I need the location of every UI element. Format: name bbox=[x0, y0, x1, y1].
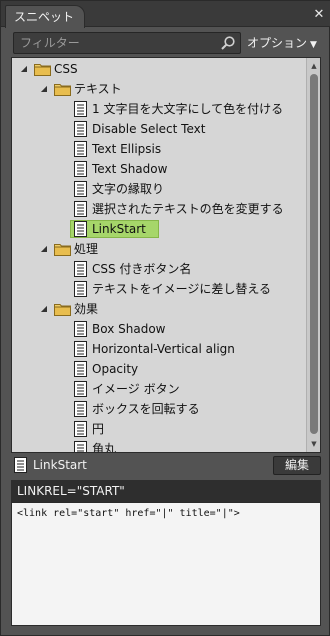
snippets-panel: スニペット ✕ オプション▼ 角丸円ボックスを回転するイメージ ボタンOpaci… bbox=[0, 0, 330, 636]
tree-snippet-item[interactable]: Disable Select Text bbox=[12, 119, 306, 139]
tree-snippet-item[interactable]: Box Shadow bbox=[12, 319, 306, 339]
folder-icon bbox=[54, 82, 71, 96]
snippet-doc-icon bbox=[74, 141, 87, 157]
tree-folder-label: 効果 bbox=[74, 302, 99, 316]
snippet-doc-icon bbox=[74, 321, 87, 337]
tree-snippet-label: 円 bbox=[92, 422, 105, 436]
snippet-detail-header: LinkStart 編集 bbox=[11, 454, 321, 478]
filter-input[interactable] bbox=[14, 33, 219, 53]
snippet-tree: 角丸 円 ボックスを回転する イメージ ボタン Opacity Horizontal-Ve… bbox=[11, 57, 321, 453]
folder-icon bbox=[54, 302, 71, 316]
tree-snippet-item[interactable]: Opacity bbox=[12, 359, 306, 379]
tree-folder-label: テキスト bbox=[74, 82, 122, 96]
snippet-doc-icon bbox=[74, 261, 87, 277]
tree-folder[interactable]: ◢ 効果 bbox=[12, 299, 306, 319]
snippet-doc-icon bbox=[74, 181, 87, 197]
tree-snippet-label: 選択されたテキストの色を変更する bbox=[92, 202, 284, 216]
tree-snippet-item[interactable]: 角丸 bbox=[12, 439, 306, 453]
expand-triangle-icon[interactable]: ◢ bbox=[18, 59, 30, 79]
tree-snippet-item[interactable]: LinkStart bbox=[12, 219, 306, 239]
caret-down-icon: ▼ bbox=[310, 40, 317, 50]
expand-triangle-icon[interactable]: ◢ bbox=[38, 299, 50, 319]
tree-snippet-item[interactable]: 選択されたテキストの色を変更する bbox=[12, 199, 306, 219]
tree-snippet-label: テキストをイメージに差し替える bbox=[92, 282, 272, 296]
tree-folder[interactable]: ◢ テキスト bbox=[12, 79, 306, 99]
snippet-doc-icon bbox=[74, 121, 87, 137]
tree-snippet-item[interactable]: イメージ ボタン bbox=[12, 379, 306, 399]
tree-snippet-item[interactable]: CSS 付きボタン名 bbox=[12, 259, 306, 279]
tree-snippet-item[interactable]: Text Ellipsis bbox=[12, 139, 306, 159]
snippet-doc-icon bbox=[74, 401, 87, 417]
tree-snippet-item[interactable]: Horizontal-Vertical align bbox=[12, 339, 306, 359]
tree-snippet-label: LinkStart bbox=[92, 222, 146, 236]
snippet-doc-icon bbox=[74, 381, 87, 397]
tree-folder-label: CSS bbox=[54, 62, 78, 76]
snippet-doc-icon bbox=[14, 457, 27, 473]
scroll-up-icon[interactable]: ▲ bbox=[308, 60, 320, 72]
tree-folder[interactable]: ◢ 処理 bbox=[12, 239, 306, 259]
edit-button[interactable]: 編集 bbox=[273, 456, 321, 475]
tree-folder[interactable]: ◢ CSS bbox=[12, 59, 306, 79]
folder-icon bbox=[34, 62, 51, 76]
scroll-down-icon[interactable]: ▼ bbox=[308, 438, 320, 450]
snippet-doc-icon bbox=[74, 281, 87, 297]
snippet-doc-icon bbox=[74, 161, 87, 177]
tab-snippets[interactable]: スニペット bbox=[5, 5, 86, 28]
tree-snippet-label: Text Shadow bbox=[92, 162, 168, 176]
tree-snippet-item[interactable]: テキストをイメージに差し替える bbox=[12, 279, 306, 299]
options-menu-button[interactable]: オプション ▼ bbox=[247, 34, 317, 54]
filter-field[interactable] bbox=[13, 32, 241, 54]
search-icon[interactable] bbox=[220, 35, 236, 51]
snippet-detail-title: LinkStart bbox=[33, 458, 87, 472]
tree-snippet-label: Opacity bbox=[92, 362, 139, 376]
tree-folder-label: 処理 bbox=[74, 242, 99, 256]
tree-snippet-label: ボックスを回転する bbox=[92, 402, 200, 416]
snippet-doc-icon bbox=[74, 201, 87, 217]
tree-snippet-item[interactable]: Text Shadow bbox=[12, 159, 306, 179]
tree-snippet-label: Text Ellipsis bbox=[92, 142, 162, 156]
tree-snippet-item[interactable]: ボックスを回転する bbox=[12, 399, 306, 419]
snippet-doc-icon bbox=[74, 221, 87, 237]
tree-snippet-label: 1 文字目を大文字にして色を付ける bbox=[92, 102, 284, 116]
tree-scrollbar[interactable]: ▲ ▼ bbox=[306, 58, 320, 452]
tree-snippet-item[interactable]: 1 文字目を大文字にして色を付ける bbox=[12, 99, 306, 119]
scroll-thumb[interactable] bbox=[310, 74, 318, 434]
tree-snippet-label: Horizontal-Vertical align bbox=[92, 342, 235, 356]
expand-triangle-icon[interactable]: ◢ bbox=[38, 239, 50, 259]
snippet-code-preview: <link rel="start" href="|" title="|"> bbox=[11, 502, 321, 626]
tree-snippet-label: Disable Select Text bbox=[92, 122, 206, 136]
snippet-doc-icon bbox=[74, 341, 87, 357]
options-label: オプション bbox=[247, 36, 308, 50]
folder-icon bbox=[54, 242, 71, 256]
tree-snippet-item[interactable]: 円 bbox=[12, 419, 306, 439]
tree-snippet-label: 文字の縁取り bbox=[92, 182, 165, 196]
snippet-trigger: LINKREL="START" bbox=[11, 480, 321, 502]
close-icon[interactable]: ✕ bbox=[311, 7, 327, 23]
snippet-doc-icon bbox=[74, 441, 87, 452]
snippet-doc-icon bbox=[74, 421, 87, 437]
tree-snippet-label: CSS 付きボタン名 bbox=[92, 262, 192, 276]
snippet-doc-icon bbox=[74, 361, 87, 377]
panel-tabbar: スニペット ✕ bbox=[1, 1, 330, 28]
tree-snippet-item[interactable]: 文字の縁取り bbox=[12, 179, 306, 199]
tree-snippet-label: Box Shadow bbox=[92, 322, 166, 336]
tree-snippet-label: 角丸 bbox=[92, 442, 117, 453]
snippet-doc-icon bbox=[74, 101, 87, 117]
expand-triangle-icon[interactable]: ◢ bbox=[38, 79, 50, 99]
tree-snippet-label: イメージ ボタン bbox=[92, 382, 180, 396]
